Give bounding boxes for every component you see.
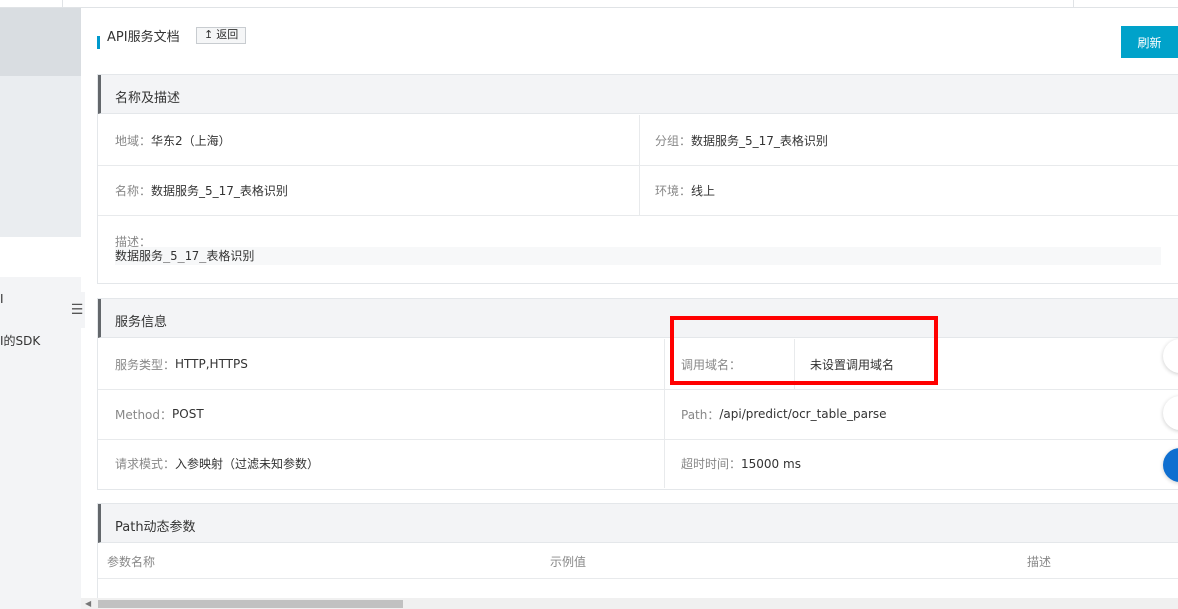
refresh-button[interactable]: 刷新 <box>1121 26 1178 58</box>
title-accent-bar <box>97 36 100 49</box>
top-bar-divider <box>1073 0 1074 7</box>
path-cell: Path：/api/predict/ocr_table_parse <box>664 389 1178 439</box>
timeout-cell: 超时时间： 15000 ms <box>664 439 1178 488</box>
timeout-value: 15000 ms <box>741 456 801 471</box>
section-title: 服务信息 <box>115 315 168 330</box>
service-type-cell: 服务类型： HTTP,HTTPS <box>98 339 664 389</box>
description-row: 描述： 数据服务_5_17_表格识别 <box>98 215 1178 282</box>
path-label: Path： <box>681 407 720 422</box>
section-title: Path动态参数 <box>115 520 196 535</box>
name-value: 数据服务_5_17_表格识别 <box>151 183 288 198</box>
env-label: 环境： <box>655 183 692 198</box>
region-value: 华东2（上海） <box>151 133 231 148</box>
method-label: Method： <box>115 407 173 422</box>
method-cell: Method： POST <box>98 389 664 439</box>
back-button-label: 返回 <box>216 29 239 41</box>
scroll-left-icon[interactable]: ◀ <box>85 598 91 609</box>
service-type-value: HTTP,HTTPS <box>175 357 248 371</box>
request-mode-label: 请求模式： <box>115 457 176 471</box>
sidebar-item-api-sdk[interactable]: I的SDK <box>0 332 40 349</box>
column-header-example: 示例值 <box>550 554 587 569</box>
top-bar <box>0 0 1178 8</box>
top-bar-divider <box>62 0 63 7</box>
arrow-up-icon: ↥ <box>204 29 214 41</box>
info-row: Method： POST Path：/api/predict/ocr_table_… <box>98 389 1178 440</box>
horizontal-scrollbar[interactable]: ◀ <box>81 598 1178 609</box>
section-service-info: 服务信息 服务类型： HTTP,HTTPS 调用域名： 未设置调用域名 Metho… <box>97 298 1178 490</box>
env-value: 线上 <box>691 183 716 198</box>
table-header-row: 参数名称 示例值 描述 <box>98 544 1178 579</box>
desc-value: 数据服务_5_17_表格识别 <box>115 247 1161 265</box>
path-value: /api/predict/ocr_table_parse <box>719 407 887 421</box>
sidebar-item-api[interactable]: I <box>0 292 4 306</box>
section-title: 名称及描述 <box>115 91 181 106</box>
section-header[interactable]: 名称及描述 <box>98 75 1178 114</box>
section-header[interactable]: 服务信息 <box>98 299 1178 338</box>
section-header[interactable]: Path动态参数 <box>98 504 1178 543</box>
page-title: API服务文档 <box>107 30 180 45</box>
region-label: 地域： <box>115 133 152 148</box>
info-row: 名称： 数据服务_5_17_表格识别 环境： 线上 <box>98 165 1178 216</box>
group-value: 数据服务_5_17_表格识别 <box>691 133 828 148</box>
info-row: 地域： 华东2（上海） 分组： 数据服务_5_17_表格识别 <box>98 115 1178 166</box>
section-path-params: Path动态参数 参数名称 示例值 描述 <box>97 503 1178 599</box>
sidebar-item[interactable] <box>0 237 81 277</box>
service-type-label: 服务类型： <box>115 357 176 372</box>
group-label: 分组： <box>655 133 692 148</box>
collapse-sidebar-icon[interactable]: ☰ <box>69 292 85 328</box>
back-button[interactable]: ↥ 返回 <box>196 27 247 44</box>
request-mode-cell: 请求模式： 入参映射（过滤未知参数） <box>98 439 664 488</box>
group-cell: 分组： 数据服务_5_17_表格识别 <box>639 115 1178 165</box>
timeout-label: 超时时间： <box>681 457 742 471</box>
env-cell: 环境： 线上 <box>639 165 1178 215</box>
info-row: 服务类型： HTTP,HTTPS 调用域名： 未设置调用域名 <box>98 339 1178 390</box>
region-cell: 地域： 华东2（上海） <box>98 115 639 165</box>
scrollbar-thumb[interactable] <box>98 600 403 608</box>
section-name-description: 名称及描述 地域： 华东2（上海） 分组： 数据服务_5_17_表格识别 名称： 数据… <box>97 74 1178 284</box>
name-label: 名称： <box>115 183 152 198</box>
sidebar-item-active[interactable] <box>0 8 81 76</box>
request-mode-value: 入参映射（过滤未知参数） <box>175 457 320 471</box>
column-header-description: 描述 <box>1027 554 1052 569</box>
highlight-box <box>670 316 938 385</box>
info-row: 请求模式： 入参映射（过滤未知参数） 超时时间： 15000 ms <box>98 439 1178 488</box>
column-header-param-name: 参数名称 <box>107 554 156 569</box>
method-value: POST <box>172 407 204 421</box>
name-cell: 名称： 数据服务_5_17_表格识别 <box>98 165 639 215</box>
sidebar-group <box>0 76 81 237</box>
